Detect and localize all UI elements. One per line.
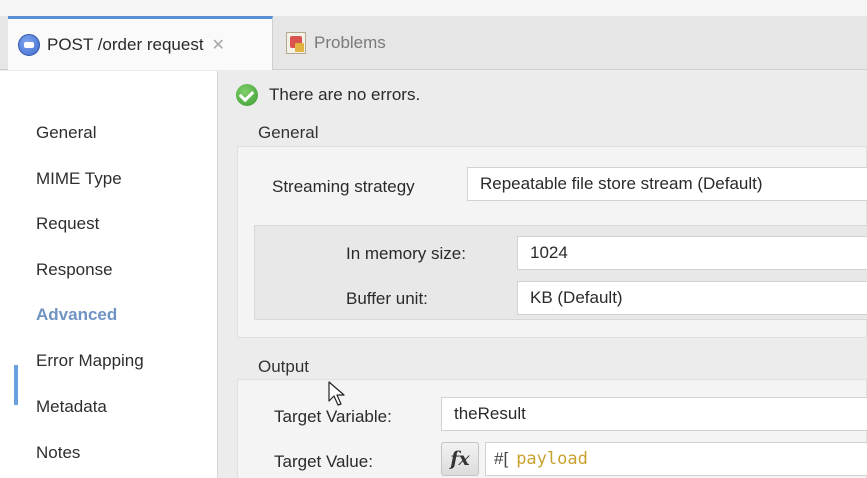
sidebar-item-response[interactable]: Response [36,260,113,280]
expression-prefix: #[ [494,449,509,468]
sidebar-item-metadata[interactable]: Metadata [36,397,107,417]
problems-icon [286,32,306,54]
properties-sidebar: General MIME Type Request Response Advan… [0,71,218,478]
validation-status: There are no errors. [236,84,420,106]
sidebar-item-error-mapping[interactable]: Error Mapping [36,351,144,371]
tab-problems[interactable]: Problems [286,16,386,70]
target-value-expression-input[interactable]: #[ payload [485,442,867,476]
selected-item-marker [14,365,18,405]
streaming-strategy-label: Streaming strategy [272,177,415,196]
streaming-options-panel: In memory size: 1024 Buffer unit: KB (De… [254,225,867,320]
status-message: There are no errors. [269,85,421,104]
expression-body: payload [516,449,588,469]
in-memory-size-label: In memory size: [346,244,466,263]
buffer-unit-label: Buffer unit: [346,289,428,308]
general-panel: Streaming strategy Repeatable file store… [237,146,867,338]
tab-post-order-request[interactable]: POST /order request ✕ [8,16,273,70]
section-title-output: Output [258,357,310,376]
sidebar-item-advanced[interactable]: Advanced [36,305,117,325]
in-memory-size-input[interactable]: 1024 [517,236,867,270]
tab-label: Problems [314,33,386,52]
tab-label: POST /order request [47,34,204,54]
properties-content: There are no errors. General Streaming s… [219,71,867,478]
target-variable-label: Target Variable: [274,407,392,426]
close-icon[interactable]: ✕ [212,35,225,55]
mouse-cursor-icon [328,381,345,406]
http-listener-icon [18,33,40,56]
sidebar-item-mime-type[interactable]: MIME Type [36,169,122,189]
buffer-unit-select[interactable]: KB (Default) [517,281,867,315]
sidebar-item-general[interactable]: General [36,123,96,143]
sidebar-item-notes[interactable]: Notes [36,443,80,463]
section-title-general: General [258,123,319,142]
streaming-strategy-select[interactable]: Repeatable file store stream (Default) [467,167,867,201]
window-top-strip [0,0,867,16]
check-circle-icon [236,84,258,106]
target-value-label: Target Value: [274,452,373,471]
sidebar-item-request[interactable]: Request [36,214,99,234]
editor-tab-bar: POST /order request ✕ Problems [0,16,867,70]
fx-expression-button[interactable]: fx [441,442,479,476]
target-variable-input[interactable]: theResult [441,397,867,431]
